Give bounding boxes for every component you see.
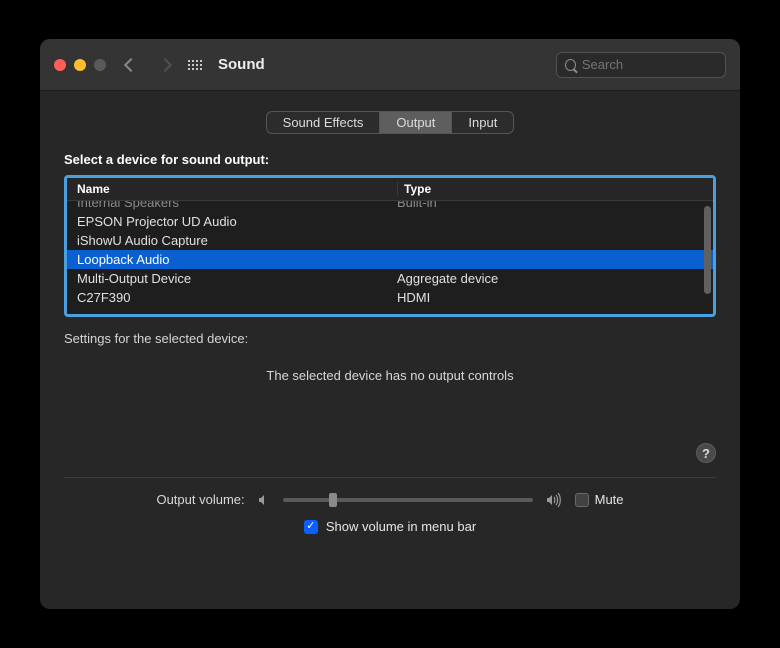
col-header-name[interactable]: Name [77, 182, 397, 196]
show-all-icon[interactable] [188, 57, 204, 73]
select-device-label: Select a device for sound output: [64, 152, 716, 167]
back-button[interactable] [124, 57, 138, 71]
content-area: Sound Effects Output Input Select a devi… [40, 91, 740, 609]
device-type: Aggregate device [397, 270, 703, 287]
speaker-low-icon [257, 493, 271, 507]
menubar-row: ✓ Show volume in menu bar [64, 519, 716, 534]
device-name: Internal Speakers [77, 201, 397, 211]
device-list-box: Name Type Internal Speakers Built-in EPS… [64, 175, 716, 317]
device-name: Multi-Output Device [77, 270, 397, 287]
page-title: Sound [218, 56, 265, 73]
tab-input[interactable]: Input [452, 112, 513, 133]
device-list[interactable]: Internal Speakers Built-in EPSON Project… [67, 201, 713, 307]
speaker-high-icon [545, 493, 563, 507]
help-button[interactable]: ? [696, 443, 716, 463]
device-list-header: Name Type [67, 178, 713, 201]
device-row[interactable]: Loopback Audio [67, 250, 713, 269]
forward-button [158, 57, 172, 71]
nav-arrows [126, 60, 170, 70]
tab-output[interactable]: Output [380, 112, 452, 133]
device-name: iShowU Audio Capture [77, 232, 397, 249]
settings-label: Settings for the selected device: [64, 331, 716, 346]
device-name: Loopback Audio [77, 251, 397, 268]
traffic-lights [54, 59, 106, 71]
device-name: EPSON Projector UD Audio [77, 213, 397, 230]
device-name: C27F390 [77, 289, 397, 306]
output-volume-slider[interactable] [283, 498, 533, 502]
slider-thumb[interactable] [329, 493, 337, 507]
search-icon [565, 59, 576, 71]
no-controls-message: The selected device has no output contro… [64, 368, 716, 383]
device-row[interactable]: C27F390 HDMI [67, 288, 713, 307]
col-divider [397, 182, 398, 196]
search-box[interactable] [556, 52, 726, 78]
menubar-label: Show volume in menu bar [326, 519, 476, 534]
scrollbar-thumb[interactable] [704, 206, 711, 294]
minimize-window-button[interactable] [74, 59, 86, 71]
device-type [397, 232, 703, 249]
titlebar: Sound [40, 39, 740, 91]
scrollbar[interactable] [704, 206, 711, 310]
menubar-checkbox[interactable]: ✓ [304, 520, 318, 534]
mute-checkbox[interactable] [575, 493, 589, 507]
mute-label: Mute [595, 492, 624, 507]
zoom-window-button[interactable] [94, 59, 106, 71]
col-header-type[interactable]: Type [404, 182, 703, 196]
device-type [397, 251, 703, 268]
tab-bar: Sound Effects Output Input [266, 111, 515, 134]
device-row[interactable]: EPSON Projector UD Audio [67, 212, 713, 231]
output-volume-label: Output volume: [156, 492, 244, 507]
device-type: Built-in [397, 201, 703, 211]
device-row[interactable]: Internal Speakers Built-in [67, 201, 713, 212]
device-row[interactable]: Multi-Output Device Aggregate device [67, 269, 713, 288]
device-row[interactable]: iShowU Audio Capture [67, 231, 713, 250]
divider [64, 477, 716, 478]
mute-wrap: Mute [575, 492, 624, 507]
device-type: HDMI [397, 289, 703, 306]
search-input[interactable] [582, 57, 717, 72]
sound-preferences-window: Sound Sound Effects Output Input Select … [40, 39, 740, 609]
close-window-button[interactable] [54, 59, 66, 71]
output-volume-row: Output volume: Mute [64, 492, 716, 507]
tab-sound-effects[interactable]: Sound Effects [267, 112, 381, 133]
device-type [397, 213, 703, 230]
